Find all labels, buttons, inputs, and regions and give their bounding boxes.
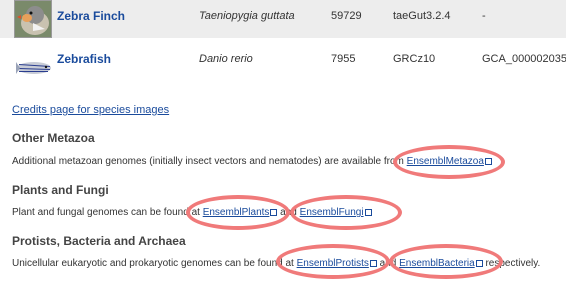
- species-common-name[interactable]: Zebra Finch: [57, 9, 125, 23]
- external-link-icon: [270, 209, 278, 216]
- zebrafish-image[interactable]: [14, 48, 52, 82]
- species-common-name[interactable]: Zebrafish: [57, 52, 111, 66]
- plants-fungi-paragraph: Plant and fungal genomes can be found at…: [12, 207, 372, 218]
- protists-text: Unicellular eukaryotic and prokaryotic g…: [12, 258, 297, 269]
- heading-protists-bacteria-archaea: Protists, Bacteria and Archaea: [12, 234, 186, 248]
- ensembl-protists-label: EnsemblProtists: [296, 258, 369, 269]
- ensembl-metazoa-label: EnsemblMetazoa: [406, 156, 484, 167]
- ensembl-protists-link[interactable]: EnsemblProtists: [297, 258, 377, 269]
- metazoa-paragraph: Additional metazoan genomes (initially i…: [12, 156, 492, 167]
- ensembl-plants-link[interactable]: EnsemblPlants: [203, 207, 278, 218]
- metazoa-text: Additional metazoan genomes (initially i…: [12, 156, 407, 167]
- species-taxon-id: 59729: [331, 10, 362, 22]
- species-assembly: GRCz10: [393, 53, 436, 65]
- plants-fungi-text: Plant and fungal genomes can be found at: [12, 207, 203, 218]
- credits-link[interactable]: Credits page for species images: [12, 104, 169, 116]
- species-accession: -: [482, 10, 486, 22]
- heading-plants-fungi: Plants and Fungi: [12, 183, 109, 197]
- ensembl-plants-label: EnsemblPlants: [202, 207, 270, 218]
- species-assembly: taeGut3.2.4: [393, 10, 451, 22]
- zebra-finch-image[interactable]: [14, 0, 52, 38]
- species-scientific-name: Danio rerio: [199, 53, 253, 65]
- external-link-icon: [484, 158, 492, 165]
- protists-conjunction: and: [376, 258, 400, 269]
- external-link-icon: [475, 260, 483, 267]
- protists-suffix: respectively.: [482, 258, 541, 269]
- table-row: Zebra Finch Taeniopygia guttata 59729 ta…: [0, 0, 566, 38]
- ensembl-bacteria-label: EnsemblBacteria: [399, 258, 475, 269]
- ensembl-fungi-label: EnsemblFungi: [299, 207, 364, 218]
- table-row: Zebrafish Danio rerio 7955 GRCz10 GCA_00…: [0, 38, 566, 86]
- ensembl-metazoa-link[interactable]: EnsemblMetazoa: [407, 156, 492, 167]
- heading-other-metazoa: Other Metazoa: [12, 131, 95, 145]
- ensembl-bacteria-link[interactable]: EnsemblBacteria: [399, 258, 483, 269]
- ensembl-fungi-link[interactable]: EnsemblFungi: [300, 207, 372, 218]
- external-link-icon: [364, 209, 372, 216]
- protists-paragraph: Unicellular eukaryotic and prokaryotic g…: [12, 258, 540, 269]
- species-accession: GCA_000002035: [482, 53, 566, 65]
- external-link-icon: [369, 260, 377, 267]
- species-taxon-id: 7955: [331, 53, 356, 65]
- species-scientific-name: Taeniopygia guttata: [199, 10, 295, 22]
- plants-fungi-conjunction: and: [277, 207, 300, 218]
